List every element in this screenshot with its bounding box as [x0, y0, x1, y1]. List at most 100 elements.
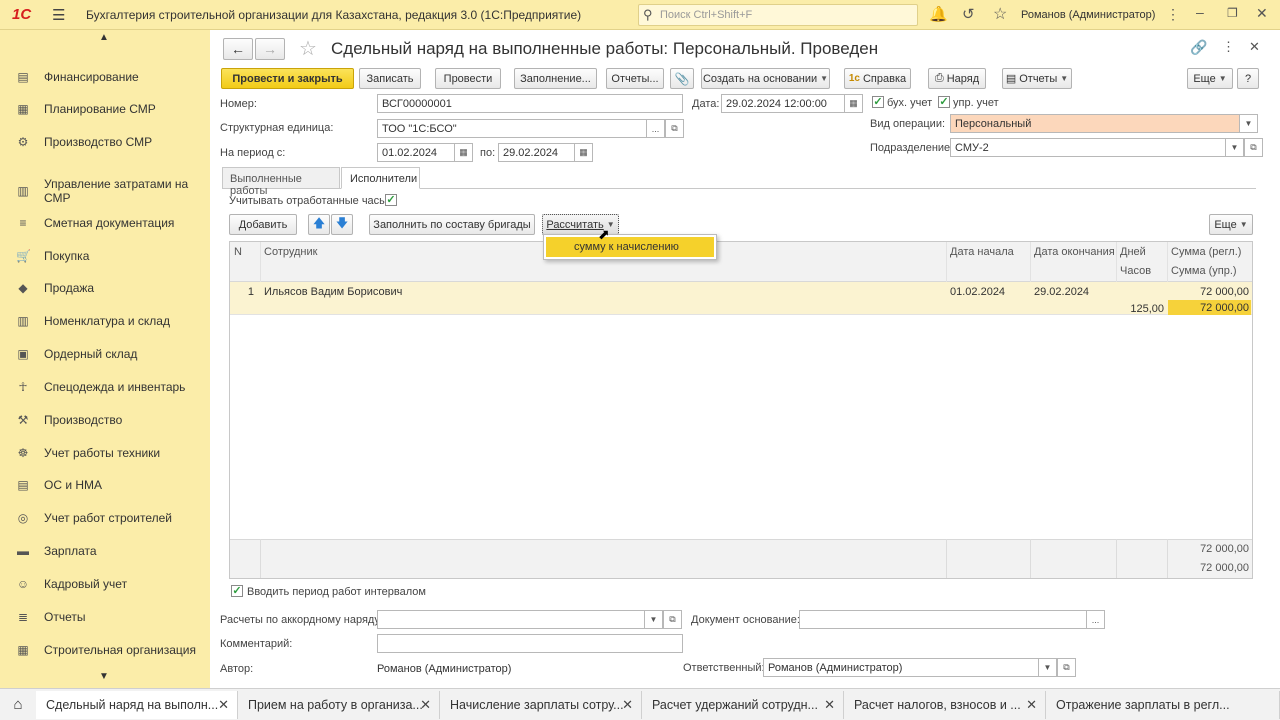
home-icon[interactable]: ⌂	[0, 689, 36, 720]
window-tab[interactable]: Расчет удержаний сотрудн... ✕	[642, 691, 844, 719]
more-button[interactable]: Еще ▼	[1187, 68, 1233, 89]
division-dropdown-button[interactable]: ▼	[1225, 138, 1244, 157]
unit-open-button[interactable]: ⧉	[665, 119, 684, 138]
link-icon[interactable]: 🔗	[1190, 39, 1207, 56]
current-user[interactable]: Романов (Администратор)	[1021, 9, 1155, 21]
basis-select-button[interactable]: ...	[1086, 610, 1105, 629]
operation-dropdown-button[interactable]: ▼	[1239, 114, 1258, 133]
window-tab[interactable]: Расчет налогов, взносов и ... ✕	[844, 691, 1046, 719]
reports-button[interactable]: ▤ Отчеты ▼	[1002, 68, 1072, 89]
forward-button[interactable]: →	[255, 38, 285, 60]
close-tab-icon[interactable]: ✕	[622, 697, 633, 713]
accord-dropdown-button[interactable]: ▼	[644, 610, 663, 629]
fill-brigade-button[interactable]: Заполнить по составу бригады	[369, 214, 535, 235]
interval-checkbox[interactable]: ✓	[231, 585, 243, 597]
operation-field[interactable]: Персональный	[950, 114, 1240, 133]
header-end[interactable]: Дата окончания	[1034, 246, 1115, 258]
date-field[interactable]: 29.02.2024 12:00:00	[721, 94, 845, 113]
calendar-button[interactable]: ▦	[844, 94, 863, 113]
sidebar-item[interactable]: ☺ Кадровый учет	[0, 576, 210, 592]
unit-select-button[interactable]: ...	[646, 119, 665, 138]
dropdown-item-sum-accrual[interactable]: сумму к начислению	[546, 237, 714, 257]
print-order-button[interactable]: ⎙ Наряд	[928, 68, 986, 89]
sidebar-item[interactable]: ☥ Спецодежда и инвентарь	[0, 379, 210, 395]
header-n[interactable]: N	[234, 246, 242, 258]
sidebar-item[interactable]: ▬ Зарплата	[0, 543, 210, 559]
close-tab-icon[interactable]: ✕	[218, 697, 229, 713]
sidebar-item[interactable]: ▥ Номенклатура и склад	[0, 313, 210, 329]
sidebar-item[interactable]: ≣ Отчеты	[0, 609, 210, 625]
sidebar-item[interactable]: ▤ Финансирование	[0, 69, 210, 85]
close-tab-icon[interactable]: ✕	[824, 697, 835, 713]
period-to-calendar-button[interactable]: ▦	[574, 143, 593, 162]
sidebar-item[interactable]: ⚒ Производство	[0, 412, 210, 428]
division-open-button[interactable]: ⧉	[1244, 138, 1263, 157]
accord-field[interactable]	[377, 610, 645, 629]
responsible-open-button[interactable]: ⧉	[1057, 658, 1076, 677]
save-button[interactable]: Записать	[359, 68, 421, 89]
sidebar-item[interactable]: ▣ Ордерный склад	[0, 346, 210, 362]
window-tab[interactable]: Отражение зарплаты в регл...	[1046, 691, 1280, 719]
header-sum-reg[interactable]: Сумма (регл.)	[1171, 246, 1241, 258]
comment-field[interactable]	[377, 634, 683, 653]
header-start[interactable]: Дата начала	[950, 246, 1014, 258]
sidebar-item[interactable]: ⚙ Производство СМР	[0, 134, 210, 150]
hours-checkbox[interactable]: ✓	[385, 194, 397, 206]
post-and-close-button[interactable]: Провести и закрыть	[221, 68, 354, 89]
search-input[interactable]: ⚲ Поиск Ctrl+Shift+F	[638, 4, 918, 26]
header-sum-upr[interactable]: Сумма (упр.)	[1171, 265, 1237, 277]
sidebar-item[interactable]: ☸ Учет работы техники	[0, 445, 210, 461]
table-row[interactable]: 1 Ильясов Вадим Борисович 01.02.2024 29.…	[230, 282, 1252, 315]
responsible-field[interactable]: Романов (Администратор)	[763, 658, 1039, 677]
sidebar-item[interactable]: ≡ Сметная документация	[0, 215, 210, 231]
close-tab-icon[interactable]: ✕	[1026, 697, 1037, 713]
unit-field[interactable]: ТОО "1С:БСО"	[377, 119, 647, 138]
sidebar-item[interactable]: ▤ ОС и НМА	[0, 477, 210, 493]
upr-checkbox[interactable]: ✓	[938, 96, 950, 108]
window-tab[interactable]: Сдельный наряд на выполн... ✕	[36, 691, 238, 719]
minimize-icon[interactable]: –	[1196, 4, 1204, 20]
post-button[interactable]: Провести	[435, 68, 501, 89]
basis-field[interactable]	[799, 610, 1087, 629]
restore-icon[interactable]: ❐	[1227, 6, 1238, 20]
fill-button[interactable]: Заполнение...	[514, 68, 597, 89]
scroll-up-icon[interactable]: ▲	[99, 32, 109, 43]
table-more-button[interactable]: Еще ▼	[1209, 214, 1253, 235]
window-tab[interactable]: Начисление зарплаты сотру... ✕	[440, 691, 642, 719]
menu-icon[interactable]: ☰	[52, 6, 65, 24]
sidebar-item[interactable]: ◆ Продажа	[0, 280, 210, 296]
more-vertical-icon[interactable]: ⋮	[1166, 6, 1180, 23]
close-window-icon[interactable]: ✕	[1256, 5, 1268, 22]
period-from-calendar-button[interactable]: ▦	[454, 143, 473, 162]
buh-checkbox[interactable]: ✓	[872, 96, 884, 108]
close-tab-icon[interactable]: ✕	[420, 697, 431, 713]
history-icon[interactable]: ↺	[962, 5, 975, 23]
tab-executors[interactable]: Исполнители	[341, 167, 420, 189]
create-based-button[interactable]: Создать на основании ▼	[701, 68, 830, 89]
accord-open-button[interactable]: ⧉	[663, 610, 682, 629]
header-hours[interactable]: Часов	[1120, 265, 1151, 277]
sidebar-item[interactable]: ▦ Планирование СМР	[0, 101, 210, 117]
back-button[interactable]: ←	[223, 38, 253, 60]
division-field[interactable]: СМУ-2	[950, 138, 1226, 157]
move-down-button[interactable]: 🡇	[331, 214, 353, 235]
attach-button[interactable]: 📎	[670, 68, 694, 89]
scroll-down-icon[interactable]: ▼	[99, 671, 109, 682]
help-question-button[interactable]: ?	[1237, 68, 1259, 89]
reports-dots-button[interactable]: Отчеты...	[606, 68, 664, 89]
responsible-dropdown-button[interactable]: ▼	[1038, 658, 1057, 677]
number-field[interactable]: ВСГ00000001	[377, 94, 683, 113]
move-up-button[interactable]: 🡅	[308, 214, 330, 235]
period-from-field[interactable]: 01.02.2024	[377, 143, 455, 162]
window-tab[interactable]: Прием на работу в организа... ✕	[238, 691, 440, 719]
favorites-icon[interactable]: ☆	[993, 4, 1007, 24]
tab-completed-works[interactable]: Выполненные работы	[222, 167, 340, 197]
header-employee[interactable]: Сотрудник	[264, 246, 317, 258]
form-more-icon[interactable]: ⋮	[1222, 39, 1235, 55]
add-row-button[interactable]: Добавить	[229, 214, 297, 235]
sidebar-item[interactable]: ▥ Управление затратами на СМР	[0, 176, 210, 206]
close-form-icon[interactable]: ✕	[1249, 39, 1260, 55]
favorite-star-icon[interactable]: ☆	[299, 36, 317, 61]
sidebar-item[interactable]: ▦ Строительная организация	[0, 642, 210, 658]
header-days[interactable]: Дней	[1120, 246, 1146, 258]
